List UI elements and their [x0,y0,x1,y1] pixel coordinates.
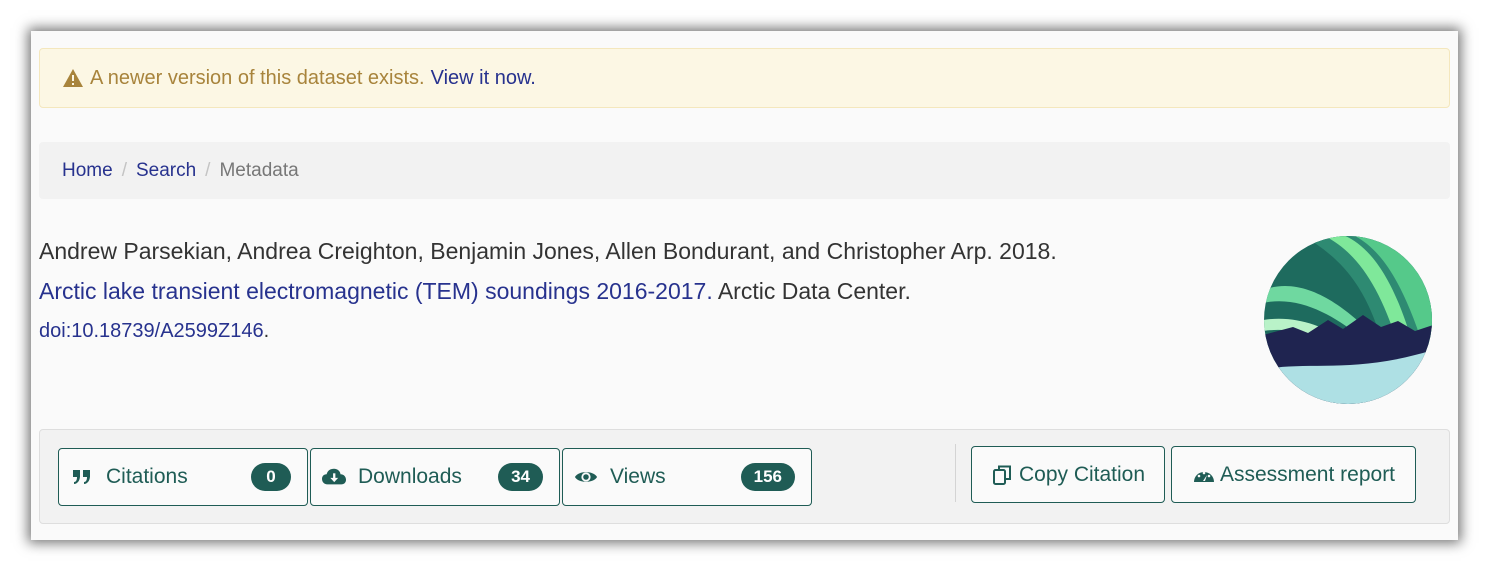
views-metric-button[interactable]: Views 156 [562,448,812,506]
cloud-download-icon [322,465,346,489]
doi-link[interactable]: doi:10.18739/A2599Z146 [39,320,264,342]
arctic-data-center-aurora-logo [1263,235,1433,405]
breadcrumb-home-link[interactable]: Home [62,160,113,182]
downloads-metric-button[interactable]: Downloads 34 [310,448,560,506]
metrics-toolbar: Citations 0 Downloads 34 Views 156 Copy … [39,429,1450,524]
dataset-title-link[interactable]: Arctic lake transient electromagnetic (T… [39,278,713,304]
citation-publisher: Arctic Data Center. [712,278,911,304]
gauge-icon [1192,463,1216,487]
citation-authors-year: Andrew Parsekian, Andrea Creighton, Benj… [39,238,1057,264]
copy-citation-button[interactable]: Copy Citation [971,446,1165,503]
citations-label: Citations [106,465,188,488]
dataset-metadata-card: A newer version of this dataset exists. … [31,31,1458,540]
toolbar-divider [955,444,956,502]
citation-doi-line: doi:10.18739/A2599Z146. [39,311,1239,351]
copy-icon [991,463,1015,487]
breadcrumb-current: Metadata [219,159,299,181]
breadcrumb-separator: / [205,159,211,181]
downloads-count-badge: 34 [498,463,543,491]
warning-triangle-icon [62,68,84,88]
view-newer-version-link[interactable]: View it now. [431,67,536,90]
newer-version-alert: A newer version of this dataset exists. … [39,48,1450,108]
citation-title-line: Arctic lake transient electromagnetic (T… [39,271,1239,311]
copy-citation-label: Copy Citation [1018,462,1146,486]
breadcrumb-separator: / [121,159,127,181]
breadcrumb: Home / Search / Metadata [39,142,1450,199]
citations-count-badge: 0 [251,463,291,491]
breadcrumb-search-link[interactable]: Search [136,160,196,182]
assessment-report-button[interactable]: Assessment report [1171,446,1416,503]
views-count-badge: 156 [740,463,795,491]
eye-icon [574,465,598,489]
assessment-report-label: Assessment report [1219,462,1396,486]
doi-suffix: . [263,320,270,342]
downloads-label: Downloads [358,465,462,488]
alert-message: A newer version of this dataset exists. [90,66,425,89]
dataset-citation: Andrew Parsekian, Andrea Creighton, Benj… [39,231,1239,351]
views-label: Views [610,465,666,488]
quote-icon [70,465,94,489]
citations-metric-button[interactable]: Citations 0 [58,448,308,506]
